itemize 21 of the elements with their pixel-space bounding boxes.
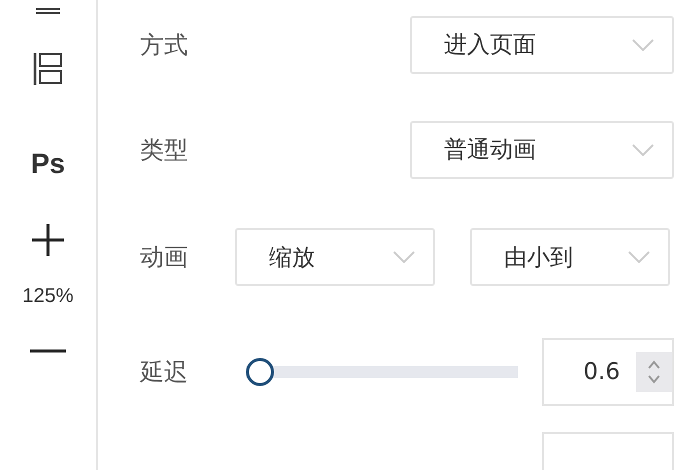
number-input[interactable]: 0.6: [542, 338, 674, 406]
align-icon[interactable]: [34, 8, 62, 14]
zoom-in-icon[interactable]: [30, 222, 66, 258]
dropdown[interactable]: 进入页面: [410, 16, 674, 74]
zoom-level: 125%: [22, 284, 74, 308]
chevron-down-icon: [632, 38, 654, 51]
dropdown[interactable]: 普通动画: [410, 120, 674, 179]
number-input[interactable]: [542, 432, 674, 470]
chevron-down-icon: [393, 251, 415, 264]
chevron-down-icon: [628, 251, 650, 264]
slider-thumb[interactable]: [246, 358, 274, 386]
field-label: 动画: [140, 242, 189, 274]
photoshop-label[interactable]: Ps: [30, 148, 66, 180]
layout-icon[interactable]: [32, 51, 64, 87]
field-label: 方式: [140, 30, 189, 61]
field-label: 延迟: [140, 356, 189, 388]
dropdown[interactable]: 由小到: [470, 228, 670, 286]
chevron-down-icon: [632, 144, 654, 156]
dropdown[interactable]: 缩放: [235, 228, 435, 286]
zoom-out-icon[interactable]: [30, 349, 66, 353]
field-label: 类型: [140, 134, 189, 166]
